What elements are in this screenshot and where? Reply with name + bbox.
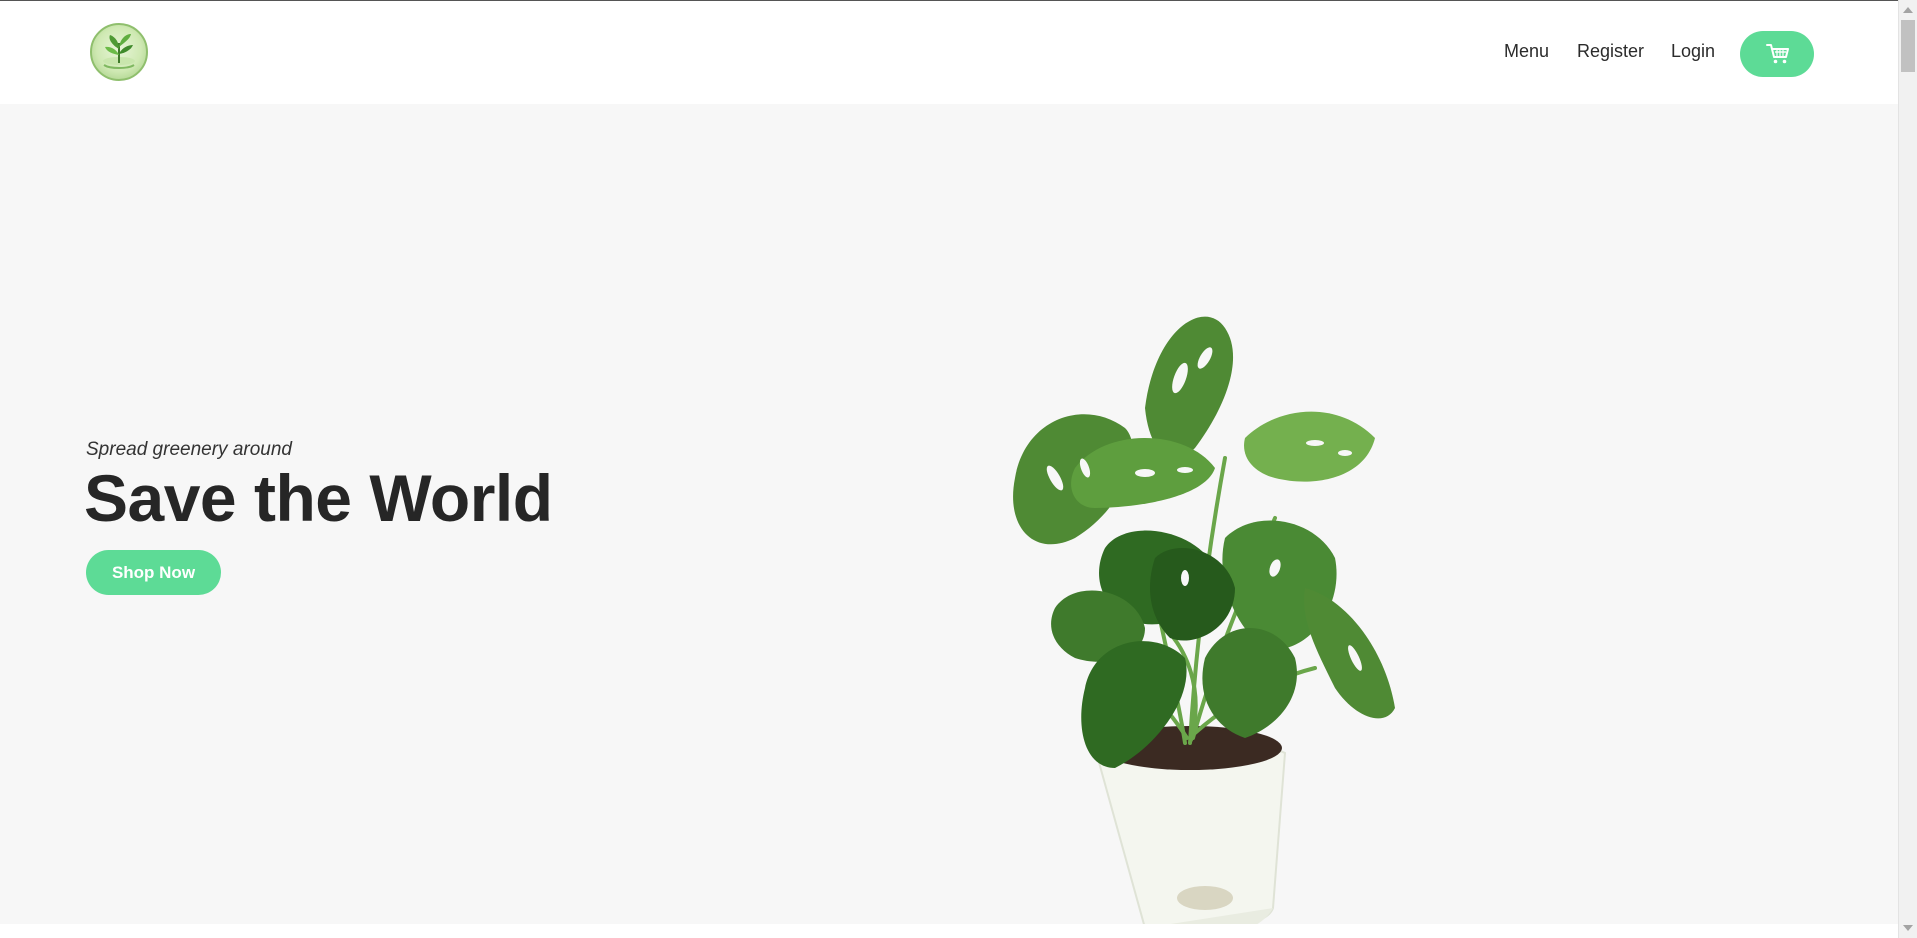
nav-register-link[interactable]: Register [1577,41,1644,62]
bottom-strip [0,924,1898,938]
potted-monstera-plant-image [1013,316,1395,938]
nav-menu-link[interactable]: Menu [1504,41,1549,62]
page: Menu Register Login Spread greenery arou… [0,0,1917,938]
scroll-up-arrow-icon[interactable] [1903,7,1913,13]
hero-tagline: Spread greenery around [86,439,292,460]
scrollbar-thumb[interactable] [1901,20,1915,72]
scroll-down-arrow-icon[interactable] [1903,925,1913,931]
main-nav: Menu Register Login [0,31,1898,77]
hero-section: Spread greenery around Save the World Sh… [0,104,1898,938]
cart-icon [1766,44,1789,64]
shop-now-button[interactable]: Shop Now [86,550,221,595]
hero-headline: Save the World [84,461,553,535]
cart-button[interactable] [1740,31,1814,77]
vertical-scrollbar[interactable] [1898,0,1917,938]
nav-login-link[interactable]: Login [1671,41,1715,62]
site-header: Menu Register Login [0,1,1898,104]
